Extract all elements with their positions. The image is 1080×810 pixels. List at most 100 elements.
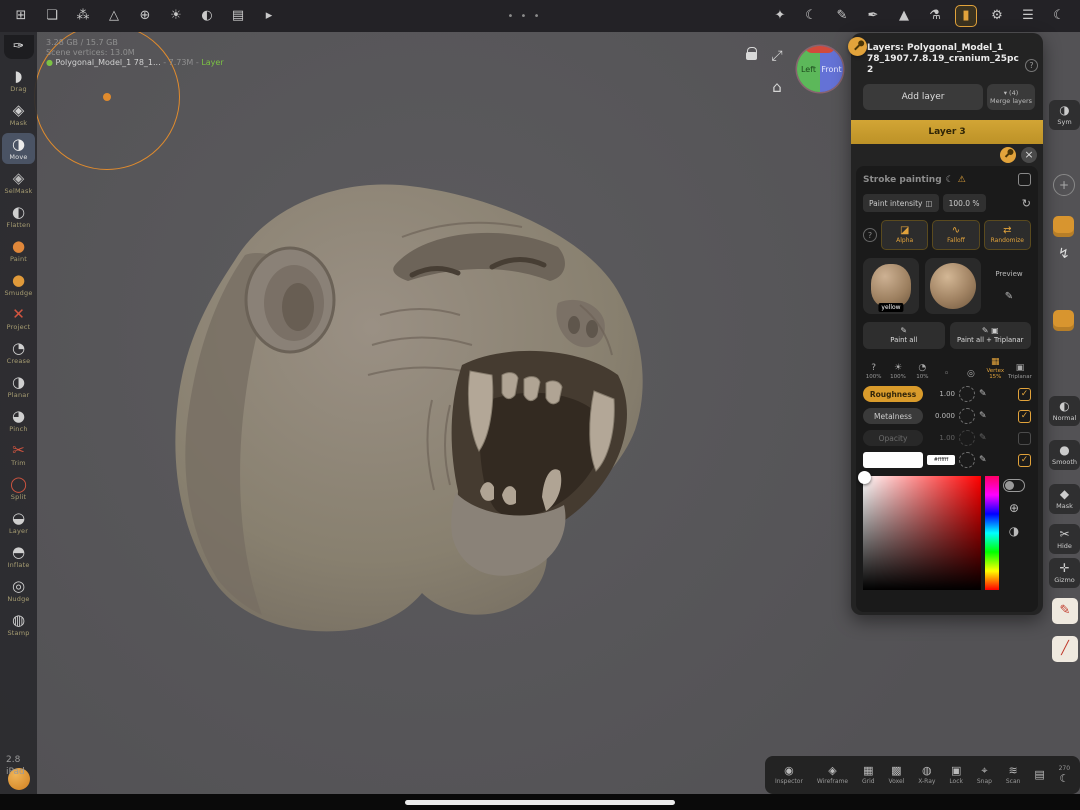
paint-all-button[interactable]: ✎ Paint all xyxy=(863,322,945,349)
mask-button[interactable]: ◆ Mask xyxy=(1049,484,1080,514)
background-icon[interactable]: ▤ xyxy=(227,5,249,27)
tool-planar[interactable]: ◑ Planar xyxy=(2,371,35,402)
merge-layers-button[interactable]: ▾ (4) Merge layers xyxy=(987,84,1035,110)
theme-icon[interactable]: ☾ xyxy=(1048,5,1070,27)
scene-graph-icon[interactable]: ⁂ xyxy=(72,5,94,27)
pencil-icon[interactable]: ✎ xyxy=(831,5,853,27)
settings-icon[interactable]: ⚙ xyxy=(986,5,1008,27)
roughness-texture-slot[interactable] xyxy=(959,386,975,402)
symmetry-button[interactable]: ◑ Sym xyxy=(1049,100,1080,130)
orientation-cube[interactable]: Left Front xyxy=(797,46,843,92)
tool-drag[interactable]: ◗ Drag xyxy=(2,65,35,96)
gizmo-button[interactable]: ✛ Gizmo xyxy=(1049,558,1080,588)
tool-stamp[interactable]: ◍ Stamp xyxy=(2,609,35,640)
tab-falloff[interactable]: ∿ Falloff xyxy=(932,220,980,250)
opacity-button[interactable]: Opacity xyxy=(863,430,923,446)
opacity-checkbox[interactable] xyxy=(1018,431,1031,445)
apps-icon[interactable]: ⊞ xyxy=(10,5,32,27)
material-swatch-yellow[interactable]: yellow xyxy=(863,258,919,314)
opacity-edit-icon[interactable]: ✎ xyxy=(979,433,987,443)
intensity-reset-icon[interactable]: ↻ xyxy=(1022,197,1031,210)
notes-button[interactable]: ▤ xyxy=(1034,768,1044,782)
color-picker-handle[interactable] xyxy=(858,471,871,484)
preview-edit-icon[interactable]: ✎ xyxy=(1005,291,1013,302)
tool-crease[interactable]: ◔ Crease xyxy=(2,337,35,368)
stroke-painting-checkbox[interactable] xyxy=(1018,173,1031,186)
metalness-edit-icon[interactable]: ✎ xyxy=(979,411,987,421)
metalness-button[interactable]: Metalness xyxy=(863,408,923,424)
angle-indicator[interactable]: 270 ☾ xyxy=(1059,765,1070,785)
camera-lock-icon[interactable] xyxy=(746,47,757,60)
environment-icon[interactable]: ⊕ xyxy=(134,5,156,27)
layer-pin-button[interactable] xyxy=(1000,147,1016,163)
toggle-help-intensity[interactable]: ? 100% xyxy=(863,363,884,380)
tool-project[interactable]: ✕ Project xyxy=(2,303,35,334)
wireframe-button[interactable]: ◈ Wireframe xyxy=(817,765,848,786)
home-view-icon[interactable]: ⌂ xyxy=(769,78,785,96)
normal-button[interactable]: ◐ Normal xyxy=(1049,396,1080,426)
primitives-icon[interactable]: △ xyxy=(103,5,125,27)
color-texture-slot[interactable] xyxy=(959,452,975,468)
sculpt-model-chimp-head[interactable] xyxy=(150,175,660,645)
snap-button[interactable]: ⌖ Snap xyxy=(977,765,992,786)
stroke-help-icon[interactable]: ? xyxy=(863,228,877,242)
smooth-button[interactable]: ● Smooth xyxy=(1049,440,1080,470)
tool-layer[interactable]: ◒ Layer xyxy=(2,507,35,538)
paint-mode-icon[interactable]: ☾ xyxy=(800,5,822,27)
paint-intensity-value[interactable]: 100.0 % xyxy=(942,194,986,212)
lighting-icon[interactable]: ☀ xyxy=(165,5,187,27)
material-sphere-preview[interactable] xyxy=(925,258,981,314)
annotate-pencil-button[interactable]: ✎ xyxy=(1052,598,1078,624)
lightning-icon[interactable]: ↯ xyxy=(1058,246,1070,262)
roughness-value[interactable]: 1.00 xyxy=(927,390,955,398)
toggle-triplanar[interactable]: ▣ Triplanar xyxy=(1008,363,1032,380)
hide-button[interactable]: ✂ Hide xyxy=(1049,524,1080,554)
add-view-button[interactable]: + xyxy=(1053,174,1075,196)
panel-pin-button[interactable] xyxy=(848,37,867,56)
flask-icon[interactable]: ⚗ xyxy=(924,5,946,27)
opacity-value[interactable]: 1.00 xyxy=(927,434,955,442)
tool-paint[interactable]: ● Paint xyxy=(2,235,35,266)
tool-mask[interactable]: ◈ Mask xyxy=(2,99,35,130)
tool-pinch[interactable]: ◕ Pinch xyxy=(2,405,35,436)
color-contrast-icon[interactable]: ◑ xyxy=(1009,524,1019,538)
pen-pressure-icon[interactable]: ✑ xyxy=(3,35,34,59)
files-icon[interactable]: ❏ xyxy=(41,5,63,27)
tool-split[interactable]: ◯ Split xyxy=(2,473,35,504)
lock-button[interactable]: ▣ Lock xyxy=(949,765,963,786)
paint-all-triplanar-button[interactable]: ✎ ▣ Paint all + Triplanar xyxy=(949,322,1031,349)
accent-swatch-bottom[interactable] xyxy=(1053,310,1074,331)
home-indicator[interactable] xyxy=(405,800,675,805)
grid-button[interactable]: ▦ Grid xyxy=(862,765,875,786)
knife-icon[interactable]: ✒ xyxy=(862,5,884,27)
color-swatch[interactable] xyxy=(863,452,923,468)
cube-top-face[interactable] xyxy=(805,46,835,53)
tool-flatten[interactable]: ◐ Flatten xyxy=(2,201,35,232)
pyramid-icon[interactable]: ▲ xyxy=(893,5,915,27)
color-target-icon[interactable]: ⊕ xyxy=(1009,501,1019,515)
color-checkbox[interactable]: ✓ xyxy=(1018,453,1031,467)
accent-swatch-top[interactable] xyxy=(1053,216,1074,237)
metalness-value[interactable]: 0.000 xyxy=(927,412,955,420)
layer-item-active[interactable]: Layer 3 xyxy=(851,120,1043,144)
spray-icon[interactable]: ✦ xyxy=(769,5,791,27)
color-hex-value[interactable]: #ffffff xyxy=(927,455,955,465)
tool-selmask[interactable]: ◈ SelMask xyxy=(2,167,35,198)
hue-slider[interactable] xyxy=(985,476,999,590)
tab-alpha[interactable]: ◪ Alpha xyxy=(881,220,929,250)
scan-button[interactable]: ≋ Scan xyxy=(1006,765,1021,786)
tool-move[interactable]: ◑ Move xyxy=(2,133,35,164)
tool-inflate[interactable]: ◓ Inflate xyxy=(2,541,35,572)
roughness-edit-icon[interactable]: ✎ xyxy=(979,389,987,399)
color-edit-icon[interactable]: ✎ xyxy=(979,455,987,465)
layers-help-icon[interactable]: ? xyxy=(1025,59,1038,72)
roughness-checkbox[interactable]: ✓ xyxy=(1018,387,1031,401)
opacity-texture-slot[interactable] xyxy=(959,430,975,446)
fullscreen-icon[interactable]: ⤢ xyxy=(769,48,785,64)
sliders-icon[interactable]: ☰ xyxy=(1017,5,1039,27)
camera-icon[interactable]: ▸ xyxy=(258,5,280,27)
metalness-texture-slot[interactable] xyxy=(959,408,975,424)
toggle-bulb[interactable]: ◎ xyxy=(960,369,981,380)
annotate-line-button[interactable]: ╱ xyxy=(1052,636,1078,662)
voxel-button[interactable]: ▩ Voxel xyxy=(888,765,904,786)
